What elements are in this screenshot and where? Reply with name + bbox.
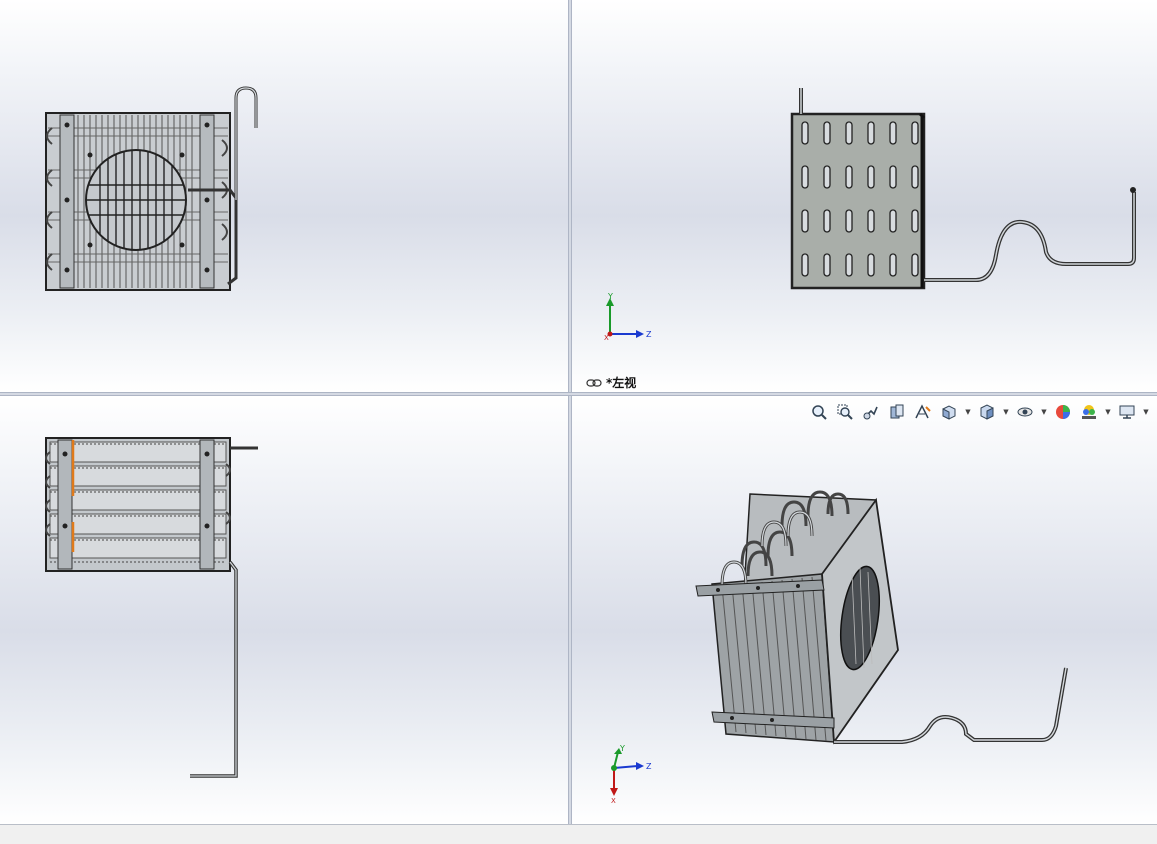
front-view-model <box>45 86 258 291</box>
viewport-isometric[interactable]: ▼ ▼ ▼ ▼ ▼ Y Z X <box>572 396 1157 824</box>
view-name-label: *左视 <box>586 374 636 391</box>
viewport-splitter-vertical[interactable] <box>568 0 572 824</box>
viewport-splitter-horizontal[interactable] <box>0 392 1157 396</box>
triad-iso-y-label: Y <box>619 744 625 753</box>
viewport-front[interactable] <box>0 0 568 392</box>
status-bar <box>0 824 1157 844</box>
triad-x-label: X <box>604 334 609 342</box>
coordinate-triad-iso: Y Z X <box>610 744 652 804</box>
coordinate-triad: Y Z X <box>604 292 652 342</box>
triad-iso-x-label: X <box>611 797 616 804</box>
cad-application: Y Z X *左视 ▼ ▼ ▼ ▼ ▼ Y Z X <box>0 0 1157 844</box>
top-view-model <box>45 437 258 778</box>
triad-z-label: Z <box>646 330 652 339</box>
viewport-top[interactable] <box>0 396 568 824</box>
view-name-text: *左视 <box>606 376 637 390</box>
triad-y-label: Y <box>607 292 613 301</box>
link-views-icon[interactable] <box>586 378 602 388</box>
viewport-left[interactable]: Y Z X *左视 <box>572 0 1157 392</box>
triad-iso-z-label: Z <box>646 762 652 771</box>
